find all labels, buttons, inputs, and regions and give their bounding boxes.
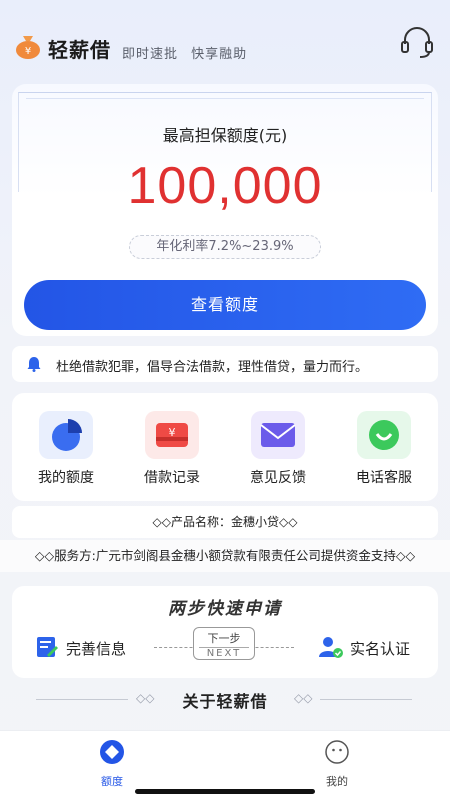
rate-badge: 年化利率7.2%~23.9% [129,235,321,259]
notice-bar: 杜绝借款犯罪，倡导合法借款，理性借贷，量力而行。 [12,346,438,382]
step-2-label: 实名认证 [350,640,411,658]
feature-label: 电话客服 [356,470,412,486]
decor-right: ◇◇ [395,548,416,563]
about-title: 关于轻薪借 [182,692,268,711]
feature-label: 我的额度 [38,470,94,486]
home-indicator [135,789,315,794]
bell-icon [27,357,41,372]
limit-label: 最高担保额度(元) [162,126,288,145]
decor-left: ◇◇ [34,548,55,563]
next-cn: 下一步 [207,632,241,645]
limit-amount: 100,000 [127,157,323,215]
form-edit-icon [37,637,58,657]
decor-right: ◇◇ [294,691,313,705]
svg-text:¥: ¥ [25,46,31,57]
decor-right: ◇◇ [279,515,298,529]
provider-line: ◇◇服务方:广元市剑阁县金穗小额贷款有限责任公司提供资金支持◇◇ [0,540,450,572]
next-en: NEXT [199,647,249,659]
app-title: 轻薪借 [48,38,111,62]
apply-steps-card: 两步快速申请 完善信息 下一步 NEXT 实名认证 [12,586,438,678]
tab-label: 我的 [326,775,348,788]
feature-label: 意见反馈 [250,470,306,486]
headset-icon[interactable] [398,24,436,60]
profile-face-icon [325,740,349,764]
feature-feedback[interactable]: 意见反馈 [228,411,328,487]
limit-tab-icon [100,740,124,764]
tab-me[interactable]: 我的 [297,739,377,789]
pie-chart-icon [39,411,93,459]
feature-my-limit[interactable]: 我的额度 [16,411,116,487]
svg-text:¥: ¥ [169,426,176,439]
mail-icon [251,411,305,459]
notice-text: 杜绝借款犯罪，倡导合法借款，理性借贷，量力而行。 [56,360,369,375]
feature-phone-support[interactable]: 电话客服 [334,411,434,487]
view-limit-button[interactable]: 查看额度 [24,280,426,330]
user-verified-icon [319,637,343,658]
step-1-label: 完善信息 [66,640,127,658]
decor-left: ◇◇ [152,515,171,529]
feature-loan-records[interactable]: ¥ 借款记录 [122,411,222,487]
app-header: ¥ 轻薪借 即时速批 快享融助 [0,0,450,82]
steps-title: 两步快速申请 [168,599,282,619]
slogan-1: 即时速批 [122,47,179,62]
divider-right [320,699,412,700]
provider-text: 服务方:广元市剑阁县金穗小额贷款有限责任公司提供资金支持 [54,548,396,563]
app-slogan: 即时速批 快享融助 [122,43,255,62]
chat-smile-icon [357,411,411,459]
wallet-icon: ¥ [145,411,199,459]
tab-label: 额度 [101,775,123,788]
about-section-header: ◇◇ 关于轻薪借 ◇◇ [0,686,450,712]
feature-grid: 我的额度 ¥ 借款记录 意见反馈 电话客服 [12,393,438,501]
slogan-2: 快享融助 [191,47,248,62]
next-step-badge: 下一步 NEXT [193,627,255,660]
feature-label: 借款记录 [144,470,200,486]
tab-limit[interactable]: 额度 [72,739,152,789]
money-bag-icon: ¥ [16,36,40,59]
credit-limit-card: 最高担保额度(元) 100,000 年化利率7.2%~23.9% 查看额度 [12,84,438,336]
product-name: 产品名称：金穗小贷 [170,515,279,529]
product-name-line: ◇◇产品名称：金穗小贷◇◇ [12,506,438,538]
